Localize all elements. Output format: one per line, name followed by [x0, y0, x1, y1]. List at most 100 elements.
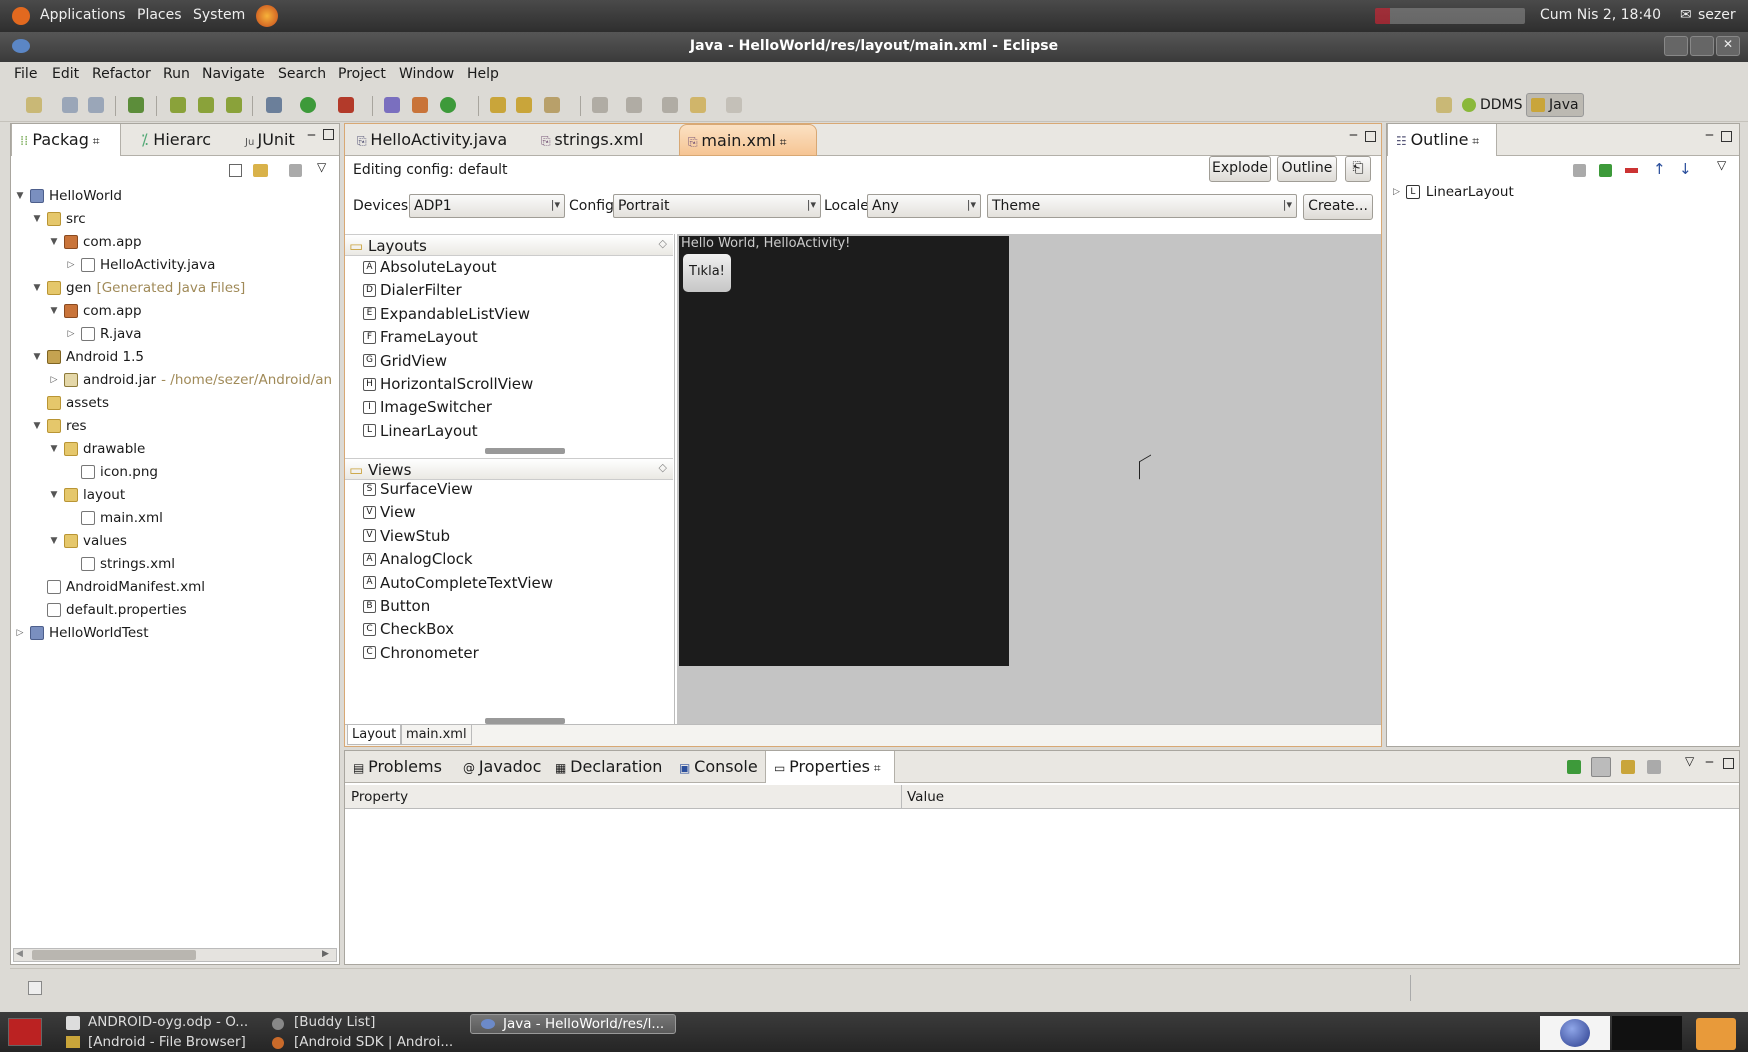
- tree-item[interactable]: ▼ gen [Generated Java Files]: [32, 278, 246, 298]
- print-icon[interactable]: [88, 97, 104, 113]
- scroll-right-icon[interactable]: ▶: [322, 949, 329, 959]
- menu-refactor[interactable]: Refactor: [92, 66, 151, 82]
- palette-item[interactable]: S SurfaceView: [363, 480, 473, 498]
- last-edit-icon[interactable]: [662, 97, 678, 113]
- move-up-icon[interactable]: ↑: [1653, 160, 1666, 178]
- palette-item[interactable]: V View: [363, 503, 416, 521]
- tree-item[interactable]: ▼ Android 1.5: [32, 347, 144, 367]
- expand-icon[interactable]: ▼: [32, 421, 42, 431]
- tree-item[interactable]: ▼ com.app: [49, 301, 142, 321]
- scrollbar-thumb[interactable]: [32, 950, 196, 960]
- places-menu[interactable]: Places: [137, 7, 182, 23]
- tab-hierarchy[interactable]: ⁒ Hierarc: [133, 124, 241, 156]
- expand-icon[interactable]: ▼: [49, 444, 59, 454]
- locale-select[interactable]: Any |▾: [867, 194, 981, 218]
- tree-item[interactable]: ▷ HelloWorldTest: [15, 623, 149, 643]
- palette-layouts-header[interactable]: ▭ Layouts ◇: [345, 234, 673, 256]
- column-property[interactable]: Property: [351, 789, 408, 805]
- tab-helloactivity-java[interactable]: ⎘ HelloActivity.java: [349, 124, 529, 156]
- layouts-scroll-handle[interactable]: [485, 448, 565, 454]
- restore-default-icon[interactable]: [1647, 760, 1661, 774]
- close-icon[interactable]: ⌗: [1468, 134, 1479, 148]
- workspace-1[interactable]: [1540, 1016, 1610, 1050]
- tree-item[interactable]: ▷ HelloActivity.java: [66, 255, 216, 275]
- tab-strings-xml[interactable]: ⎘ strings.xml: [533, 124, 663, 156]
- menu-help[interactable]: Help: [467, 66, 499, 82]
- collapse-icon[interactable]: ◇: [659, 461, 667, 474]
- filter-icon[interactable]: [289, 164, 302, 177]
- task-file-browser[interactable]: [Android - File Browser]: [88, 1034, 246, 1050]
- tab-main-xml-source[interactable]: main.xml: [401, 725, 472, 745]
- perspective-ddms[interactable]: DDMS: [1458, 93, 1527, 117]
- menu-project[interactable]: Project: [338, 66, 386, 82]
- view-menu-icon[interactable]: ▽: [317, 160, 326, 174]
- perspective-java[interactable]: Java: [1526, 93, 1584, 117]
- toggle-layout-icon[interactable]: ⎗: [1345, 156, 1371, 182]
- task-eclipse-active[interactable]: Java - HelloWorld/res/l...: [470, 1014, 676, 1034]
- tree-item[interactable]: strings.xml: [66, 554, 175, 574]
- task-android-sdk[interactable]: [Android SDK | Androi...: [294, 1034, 453, 1050]
- palette-item[interactable]: E ExpandableListView: [363, 305, 530, 323]
- show-desktop-icon[interactable]: [8, 1018, 42, 1046]
- trash-icon[interactable]: [1696, 1018, 1736, 1050]
- maximize-view-icon[interactable]: [1721, 131, 1732, 142]
- palette-item[interactable]: A AutoCompleteTextView: [363, 574, 553, 592]
- next-annotation-icon[interactable]: [592, 97, 608, 113]
- maximize-view-icon[interactable]: [323, 129, 334, 140]
- tab-console[interactable]: ▣ Console: [671, 751, 761, 783]
- palette-item[interactable]: A AbsoluteLayout: [363, 258, 497, 276]
- tab-layout[interactable]: Layout: [347, 725, 402, 745]
- column-value[interactable]: Value: [907, 789, 944, 805]
- tree-item[interactable]: ▼ src: [32, 209, 86, 229]
- collapse-icon[interactable]: ◇: [659, 237, 667, 250]
- palette-views-header[interactable]: ▭ Views ◇: [345, 458, 673, 480]
- move-down-icon[interactable]: ↓: [1679, 160, 1692, 178]
- tab-javadoc[interactable]: @ Javadoc: [455, 751, 543, 783]
- menu-run[interactable]: Run: [163, 66, 190, 82]
- layout-canvas[interactable]: Hello World, HelloActivity! Tıkla!: [677, 234, 1381, 724]
- tree-item[interactable]: ▼ values: [49, 531, 127, 551]
- outline-button[interactable]: Outline: [1277, 156, 1337, 182]
- notification-icons[interactable]: [1375, 8, 1525, 24]
- maximize-view-icon[interactable]: [1365, 131, 1376, 142]
- expand-icon[interactable]: ▷: [1393, 187, 1400, 197]
- minimize-view-icon[interactable]: ‒: [1705, 754, 1714, 770]
- save-icon[interactable]: [62, 97, 78, 113]
- new-android-project-icon[interactable]: [170, 97, 186, 113]
- expand-icon[interactable]: ▼: [49, 306, 59, 316]
- palette-item[interactable]: F FrameLayout: [363, 328, 478, 346]
- link-with-editor-icon[interactable]: [253, 164, 268, 177]
- menu-navigate[interactable]: Navigate: [202, 66, 265, 82]
- menu-edit[interactable]: Edit: [52, 66, 79, 82]
- expand-icon[interactable]: ▷: [66, 260, 76, 270]
- minimize-view-icon[interactable]: ‒: [1349, 127, 1358, 143]
- palette-item[interactable]: B Button: [363, 597, 430, 615]
- config-select[interactable]: Portrait |▾: [613, 194, 821, 218]
- view-menu-icon[interactable]: ▽: [1717, 158, 1726, 172]
- new-class-icon[interactable]: [440, 97, 456, 113]
- filter-icon[interactable]: [1621, 760, 1635, 774]
- explode-button[interactable]: Explode: [1209, 156, 1271, 182]
- tree-item[interactable]: AndroidManifest.xml: [32, 577, 205, 597]
- minimize-view-icon[interactable]: ‒: [307, 127, 316, 143]
- clock[interactable]: Cum Nis 2, 18:40: [1540, 7, 1661, 23]
- new-test-project-icon[interactable]: [226, 97, 242, 113]
- tree-item[interactable]: icon.png: [66, 462, 158, 482]
- palette-item[interactable]: C CheckBox: [363, 620, 454, 638]
- close-button[interactable]: ✕: [1716, 36, 1740, 56]
- system-menu[interactable]: System: [193, 7, 245, 23]
- task-impress[interactable]: ANDROID-oyg.odp - O...: [88, 1014, 248, 1030]
- tree-item[interactable]: ▼ drawable: [49, 439, 146, 459]
- chat-icon[interactable]: ✉: [1680, 7, 1692, 23]
- back-icon[interactable]: [690, 97, 706, 113]
- open-task-icon[interactable]: [516, 97, 532, 113]
- device-screen-preview[interactable]: Hello World, HelloActivity! Tıkla!: [679, 236, 1009, 666]
- new-package-icon[interactable]: [412, 97, 428, 113]
- tree-item[interactable]: main.xml: [66, 508, 163, 528]
- tree-item[interactable]: ▷ R.java: [66, 324, 142, 344]
- fast-view-icon[interactable]: [28, 981, 42, 995]
- palette-item[interactable]: C Chronometer: [363, 644, 479, 662]
- run-icon[interactable]: [300, 97, 316, 113]
- categories-icon[interactable]: [1591, 757, 1611, 777]
- expand-icon[interactable]: ▷: [49, 375, 59, 385]
